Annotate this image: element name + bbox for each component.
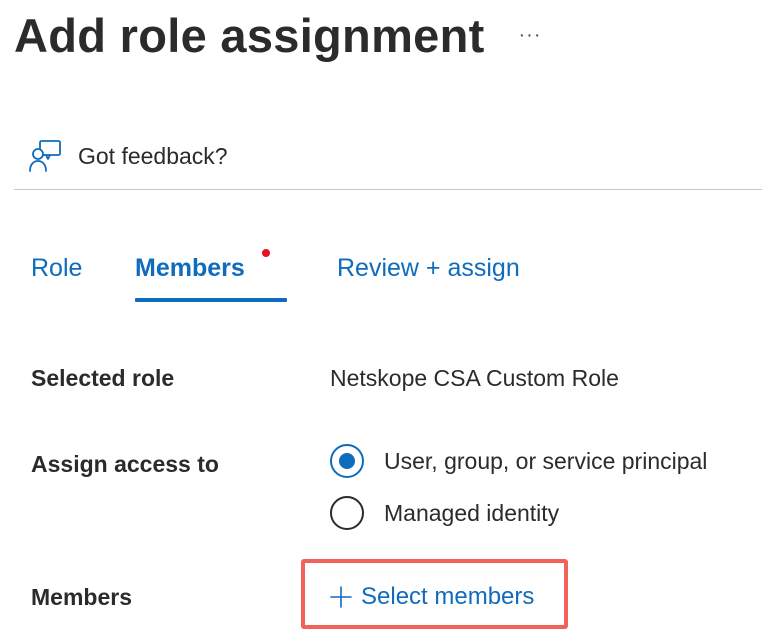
feedback-label: Got feedback? <box>78 142 228 169</box>
header-divider <box>14 189 762 190</box>
active-tab-underline <box>135 298 287 302</box>
radio-label-user-group: User, group, or service principal <box>384 447 708 474</box>
page-title: Add role assignment <box>14 9 485 62</box>
more-options-button[interactable]: ··· <box>512 20 548 50</box>
feedback-person-icon <box>28 138 64 174</box>
assign-access-label: Assign access to <box>31 451 219 477</box>
members-label: Members <box>31 584 132 610</box>
tab-members[interactable]: Members <box>135 254 245 283</box>
radio-managed-identity[interactable]: Managed identity <box>330 496 559 530</box>
tab-review-assign[interactable]: Review + assign <box>337 254 520 283</box>
radio-user-group-service-principal[interactable]: User, group, or service principal <box>330 444 707 478</box>
select-members-button[interactable]: Select members <box>329 578 534 616</box>
plus-icon <box>329 585 353 609</box>
radio-unchecked-icon[interactable] <box>330 496 364 530</box>
selected-role-value: Netskope CSA Custom Role <box>330 365 619 391</box>
select-members-label: Select members <box>361 583 535 610</box>
selected-role-label: Selected role <box>31 365 175 391</box>
feedback-button[interactable]: Got feedback? <box>28 136 228 176</box>
required-indicator-dot <box>262 249 270 257</box>
radio-checked-icon[interactable] <box>330 444 364 478</box>
radio-label-managed-identity: Managed identity <box>384 499 560 526</box>
tab-role[interactable]: Role <box>31 254 82 283</box>
